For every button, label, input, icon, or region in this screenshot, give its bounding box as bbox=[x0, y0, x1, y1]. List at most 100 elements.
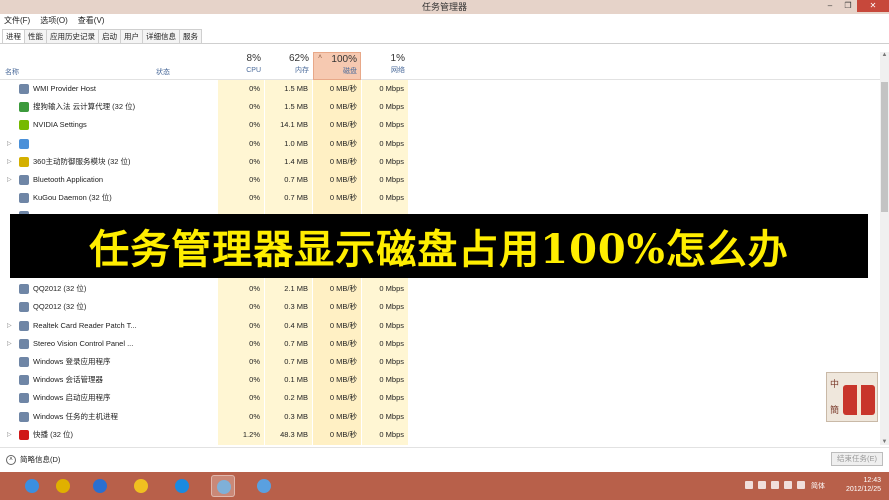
column-cpu-header[interactable]: 8% CPU bbox=[218, 52, 264, 80]
process-memory: 1.5 MB bbox=[284, 102, 308, 112]
taskbar-app[interactable] bbox=[211, 475, 235, 497]
process-row[interactable]: KuGou Daemon (32 位) 0% 0.7 MB 0 MB/秒 0 Mbps bbox=[0, 189, 880, 207]
tray-volume-icon[interactable] bbox=[784, 481, 792, 489]
process-disk: 0 MB/秒 bbox=[329, 120, 357, 130]
process-row[interactable]: ▷ Realtek Card Reader Patch T... 0% 0.4 MB 0… bbox=[0, 317, 880, 335]
process-icon bbox=[19, 375, 29, 386]
process-cpu: 0% bbox=[249, 411, 260, 421]
window-controls: – ❐ ✕ bbox=[821, 0, 889, 12]
process-name: 快播 (32 位) bbox=[33, 429, 74, 439]
minimize-button[interactable]: – bbox=[821, 0, 839, 12]
column-name-header[interactable]: 名称 bbox=[5, 67, 19, 77]
maximize-button[interactable]: ❐ bbox=[839, 0, 857, 12]
column-status-header[interactable]: 状态 bbox=[156, 67, 170, 77]
tab-startup[interactable]: 启动 bbox=[98, 29, 121, 43]
process-disk: 0 MB/秒 bbox=[329, 338, 357, 348]
tray-keyboard-icon[interactable] bbox=[797, 481, 805, 489]
menu-view[interactable]: 查看(V) bbox=[78, 14, 105, 28]
process-row[interactable]: WMI Provider Host 0% 1.5 MB 0 MB/秒 0 Mbps bbox=[0, 80, 880, 98]
process-memory: 0.3 MB bbox=[284, 411, 308, 421]
tab-performance[interactable]: 性能 bbox=[24, 29, 47, 43]
tab-services[interactable]: 服务 bbox=[179, 29, 202, 43]
process-icon bbox=[19, 120, 29, 131]
process-cpu: 1.2% bbox=[242, 429, 260, 439]
process-row[interactable]: ▷ Stereo Vision Control Panel ... 0% 0.7 MB… bbox=[0, 335, 880, 353]
network-label: 网络 bbox=[391, 67, 405, 74]
expand-arrow-icon[interactable]: ▷ bbox=[7, 317, 12, 335]
taskbar-app[interactable] bbox=[170, 475, 194, 497]
sort-up-icon: ˄ bbox=[318, 54, 323, 61]
scroll-up-icon[interactable]: ▲ bbox=[880, 52, 889, 58]
scrollbar-thumb[interactable] bbox=[881, 82, 888, 212]
process-icon bbox=[19, 156, 29, 167]
close-button[interactable]: ✕ bbox=[857, 0, 889, 12]
fewer-details-label: 简略信息(D) bbox=[20, 455, 61, 464]
tab-users[interactable]: 用户 bbox=[120, 29, 143, 43]
process-memory: 1.5 MB bbox=[284, 84, 308, 93]
process-memory: 2.1 MB bbox=[284, 284, 308, 294]
process-row[interactable]: ▷ Bluetooth Application 0% 0.7 MB 0 MB/秒 0 Mb… bbox=[0, 171, 880, 189]
sogou-icon bbox=[93, 479, 107, 493]
process-row[interactable]: 搜狗输入法 云计算代理 (32 位) 0% 1.5 MB 0 MB/秒 0 Mbps bbox=[0, 98, 880, 116]
expand-arrow-icon[interactable]: ▷ bbox=[7, 335, 12, 353]
tray-chevron-icon[interactable] bbox=[745, 481, 753, 489]
process-memory: 0.1 MB bbox=[284, 375, 308, 385]
taskbar-app[interactable] bbox=[129, 475, 153, 497]
tray-flag-icon[interactable] bbox=[758, 481, 766, 489]
process-memory: 0.7 MB bbox=[284, 175, 308, 184]
taskbar: 简体 12:43 2012/12/25 bbox=[0, 472, 889, 500]
expand-arrow-icon[interactable]: ▷ bbox=[7, 426, 12, 444]
disk-label: 磁盘 bbox=[343, 68, 357, 75]
taskbar-app[interactable] bbox=[51, 475, 75, 497]
menu-options[interactable]: 选项(O) bbox=[40, 14, 68, 28]
memory-total: 62% bbox=[288, 53, 309, 64]
expand-arrow-icon[interactable]: ▷ bbox=[7, 171, 12, 189]
scroll-down-icon[interactable]: ▼ bbox=[880, 439, 889, 445]
process-row[interactable]: NVIDIA Settings 0% 14.1 MB 0 MB/秒 0 Mbps bbox=[0, 116, 880, 134]
gift-icon bbox=[843, 385, 875, 415]
expand-arrow-icon[interactable]: ▷ bbox=[7, 153, 12, 171]
process-row[interactable]: ▷ 360主动防御服务模块 (32 位) 0% 1.4 MB 0 MB/秒 0 Mbps bbox=[0, 153, 880, 171]
tray-network-icon[interactable] bbox=[771, 481, 779, 489]
process-row[interactable]: Windows 启动应用程序 0% 0.2 MB 0 MB/秒 0 Mbps bbox=[0, 389, 880, 407]
column-memory-header[interactable]: 62% 内存 bbox=[265, 52, 312, 80]
process-network: 0 Mbps bbox=[379, 120, 404, 130]
taskbar-app[interactable] bbox=[20, 475, 44, 497]
tab-details[interactable]: 详细信息 bbox=[142, 29, 180, 43]
tab-processes[interactable]: 进程 bbox=[2, 29, 25, 43]
process-row[interactable]: ▷ 0% 1.0 MB 0 MB/秒 0 Mbps bbox=[0, 135, 880, 153]
process-row[interactable]: Windows 登录应用程序 0% 0.7 MB 0 MB/秒 0 Mbps bbox=[0, 353, 880, 371]
process-cpu: 0% bbox=[249, 120, 260, 130]
process-row[interactable]: ▷ 快播 (32 位) 1.2% 48.3 MB 0 MB/秒 0 Mbps bbox=[0, 426, 880, 444]
tab-app-history[interactable]: 应用历史记录 bbox=[46, 29, 99, 43]
expand-arrow-icon[interactable]: ▷ bbox=[7, 135, 12, 153]
taskbar-app[interactable] bbox=[252, 475, 276, 497]
process-row[interactable]: QQ2012 (32 位) 0% 0.3 MB 0 MB/秒 0 Mbps bbox=[0, 298, 880, 316]
process-disk: 0 MB/秒 bbox=[329, 156, 357, 166]
taskbar-app[interactable] bbox=[88, 475, 112, 497]
column-disk-header[interactable]: ˄ 100% 磁盘 bbox=[313, 52, 361, 80]
input-language[interactable]: 简体 bbox=[811, 481, 825, 491]
fewer-details-button[interactable]: ˄ 简略信息(D) bbox=[6, 454, 60, 465]
process-name: Windows 任务的主机进程 bbox=[33, 411, 119, 421]
process-memory: 1.4 MB bbox=[284, 156, 308, 166]
process-cpu: 0% bbox=[249, 302, 260, 312]
process-disk: 0 MB/秒 bbox=[329, 320, 357, 330]
process-memory: 48.3 MB bbox=[280, 429, 308, 439]
process-disk: 0 MB/秒 bbox=[329, 102, 357, 112]
title-bar: 任务管理器 – ❐ ✕ bbox=[0, 0, 889, 14]
process-row[interactable]: Windows 会话管理器 0% 0.1 MB 0 MB/秒 0 Mbps bbox=[0, 371, 880, 389]
menu-file[interactable]: 文件(F) bbox=[4, 14, 30, 28]
process-memory: 0.2 MB bbox=[284, 393, 308, 403]
clock[interactable]: 12:43 2012/12/25 bbox=[833, 476, 881, 494]
vertical-scrollbar[interactable]: ▲ ▼ bbox=[880, 52, 889, 445]
process-name: Bluetooth Application bbox=[33, 175, 104, 184]
watermark-zhong: 中 bbox=[830, 379, 840, 389]
process-disk: 0 MB/秒 bbox=[329, 84, 357, 93]
process-cpu: 0% bbox=[249, 338, 260, 348]
process-network: 0 Mbps bbox=[379, 357, 404, 366]
process-row[interactable]: QQ2012 (32 位) 0% 2.1 MB 0 MB/秒 0 Mbps bbox=[0, 280, 880, 298]
process-row[interactable]: Windows 任务的主机进程 0% 0.3 MB 0 MB/秒 0 Mbps bbox=[0, 408, 880, 426]
column-network-header[interactable]: 1% 网络 bbox=[362, 52, 408, 80]
end-task-button[interactable]: 结束任务(E) bbox=[831, 452, 883, 466]
